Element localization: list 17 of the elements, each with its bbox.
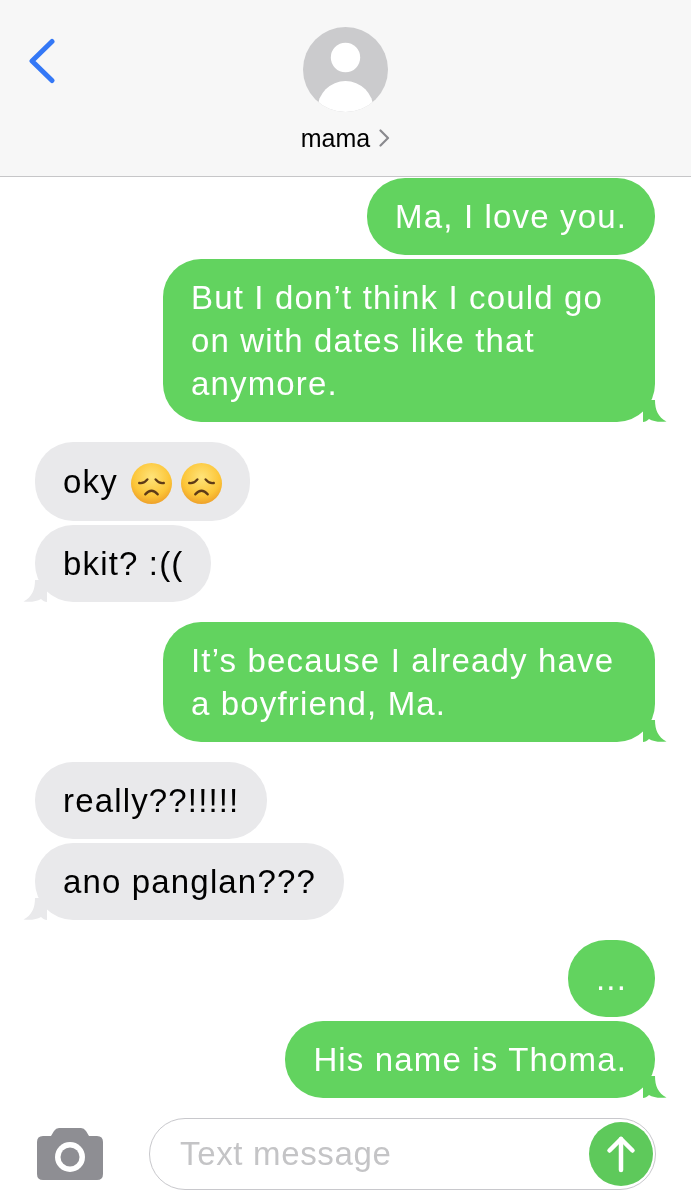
message-text: It’s because I already have a boyfriend, Ma. (191, 641, 616, 724)
message-text: Ma, I love you. (395, 197, 627, 237)
send-icon[interactable] (589, 1122, 653, 1186)
message-text: oky (63, 462, 118, 502)
message-text: But I don’t think I could go on with dates like that anymore. (191, 278, 605, 404)
message-text: ... (596, 959, 627, 999)
camera-icon[interactable] (37, 1128, 103, 1180)
message-text: ano panglan??? (63, 862, 316, 902)
sad-face-icon (180, 463, 222, 504)
message-field[interactable]: Text message (149, 1118, 656, 1190)
message-text: His name is Thoma. (313, 1040, 627, 1080)
message-text: really??!!!!! (63, 781, 240, 821)
back-icon[interactable] (28, 38, 56, 84)
contact-name-button[interactable]: mama (300, 123, 391, 153)
message-text: bkit? :(( (63, 544, 184, 584)
chevron-right-icon (379, 129, 391, 147)
sad-face-icon (130, 463, 172, 504)
